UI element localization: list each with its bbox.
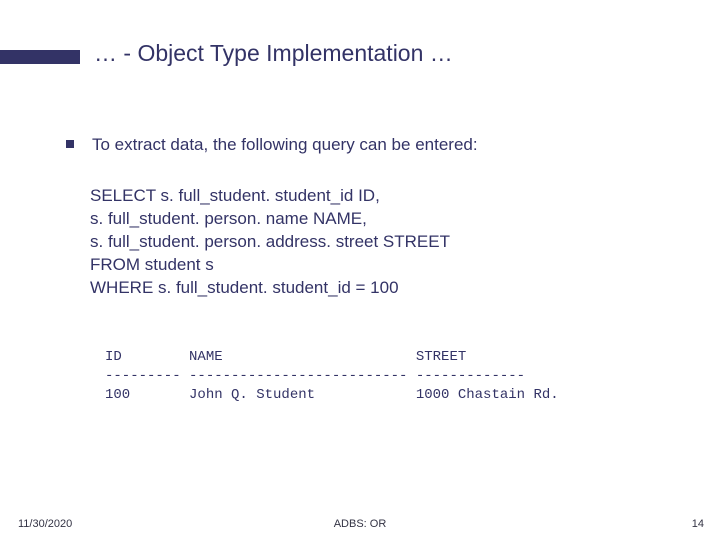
query-line-2: s. full_student. person. name NAME,	[90, 208, 650, 231]
query-line-5: WHERE s. full_student. student_id = 100	[90, 277, 650, 300]
result-row-1: 100 John Q. Student 1000 Chastain Rd.	[105, 387, 559, 403]
sql-query-block: SELECT s. full_student. student_id ID, s…	[90, 185, 650, 300]
slide-title: … - Object Type Implementation …	[94, 40, 453, 67]
title-accent-bar	[0, 50, 80, 64]
result-header: ID NAME STREET	[105, 349, 466, 365]
query-line-4: FROM student s	[90, 254, 650, 277]
title-row: … - Object Type Implementation …	[0, 40, 720, 80]
footer-center: ADBS: OR	[0, 518, 720, 530]
bullet-block: To extract data, the following query can…	[66, 135, 626, 155]
footer-page-number: 14	[692, 518, 704, 530]
bullet-square-icon	[66, 140, 74, 148]
query-line-1: SELECT s. full_student. student_id ID,	[90, 185, 650, 208]
slide: … - Object Type Implementation … To extr…	[0, 0, 720, 540]
result-divider: --------- -------------------------- ---…	[105, 368, 525, 384]
query-line-3: s. full_student. person. address. street…	[90, 231, 650, 254]
bullet-text: To extract data, the following query can…	[92, 135, 478, 154]
result-block: ID NAME STREET --------- ---------------…	[105, 348, 559, 405]
